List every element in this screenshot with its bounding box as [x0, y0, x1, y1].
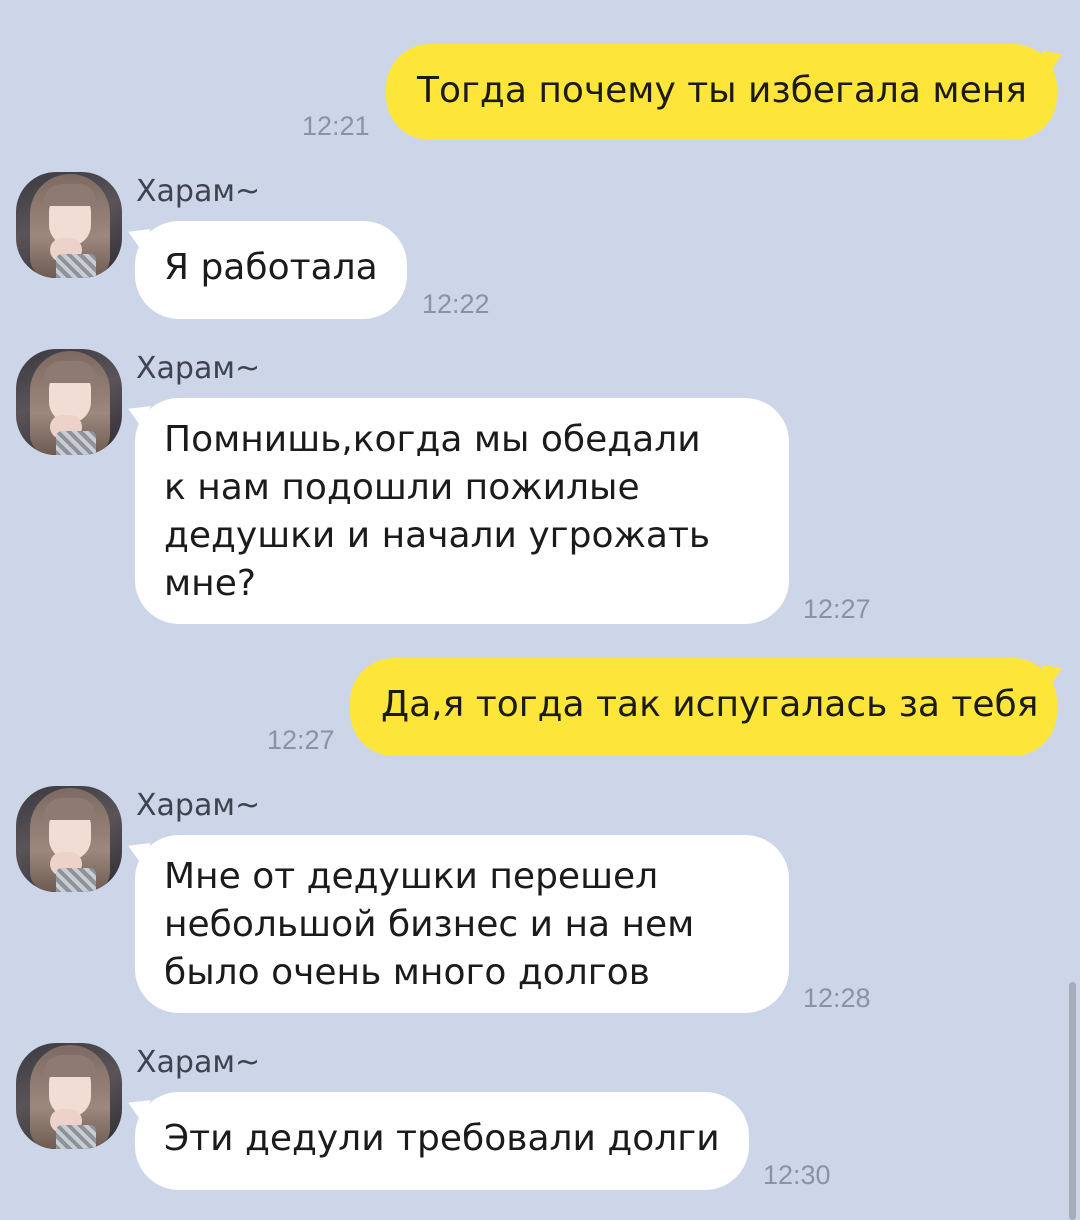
- message-text: Да,я тогда так испугалась за тебя: [381, 684, 1039, 725]
- scrollbar[interactable]: [1069, 982, 1076, 1220]
- message-time: 12:30: [763, 1160, 831, 1190]
- message-time: 12:27: [803, 594, 871, 624]
- incoming-message-bubble[interactable]: Я работала: [135, 221, 407, 319]
- message-line: было очень много долгов: [164, 952, 650, 993]
- contact-avatar[interactable]: [16, 786, 122, 892]
- message-line: дедушки и начали угрожать: [164, 515, 711, 556]
- incoming-message-bubble[interactable]: Мне от дедушки перешел небольшой бизнес …: [135, 835, 789, 1013]
- message-time: 12:27: [267, 725, 335, 755]
- chat-history[interactable]: 12:21 Тогда почему ты избегала меня Хара…: [0, 0, 1080, 1220]
- incoming-message-bubble[interactable]: Помнишь,когда мы обедали к нам подошли п…: [135, 398, 789, 624]
- message-text: Я работала: [164, 247, 378, 288]
- outgoing-message-bubble[interactable]: Тогда почему ты избегала меня: [386, 44, 1057, 140]
- sender-name: Харам~: [136, 351, 261, 386]
- contact-avatar[interactable]: [16, 1043, 122, 1149]
- message-text: Тогда почему ты избегала меня: [417, 70, 1027, 111]
- sender-name: Харам~: [136, 174, 261, 209]
- incoming-message-bubble[interactable]: Эти дедули требовали долги: [135, 1092, 749, 1190]
- message-text: Эти дедули требовали долги: [164, 1118, 720, 1159]
- sender-name: Харам~: [136, 788, 261, 823]
- sender-name: Харам~: [136, 1045, 261, 1080]
- message-line: мне?: [164, 563, 256, 604]
- message-time: 12:28: [803, 983, 871, 1013]
- message-line: небольшой бизнес и на нем: [164, 904, 695, 945]
- contact-avatar[interactable]: [16, 349, 122, 455]
- message-line: к нам подошли пожилые: [164, 467, 640, 508]
- message-time: 12:21: [302, 111, 370, 141]
- message-time: 12:22: [422, 289, 490, 319]
- contact-avatar[interactable]: [16, 172, 122, 278]
- message-line: Помнишь,когда мы обедали: [164, 419, 701, 460]
- outgoing-message-bubble[interactable]: Да,я тогда так испугалась за тебя: [350, 658, 1057, 756]
- message-line: Мне от дедушки перешел: [164, 856, 659, 897]
